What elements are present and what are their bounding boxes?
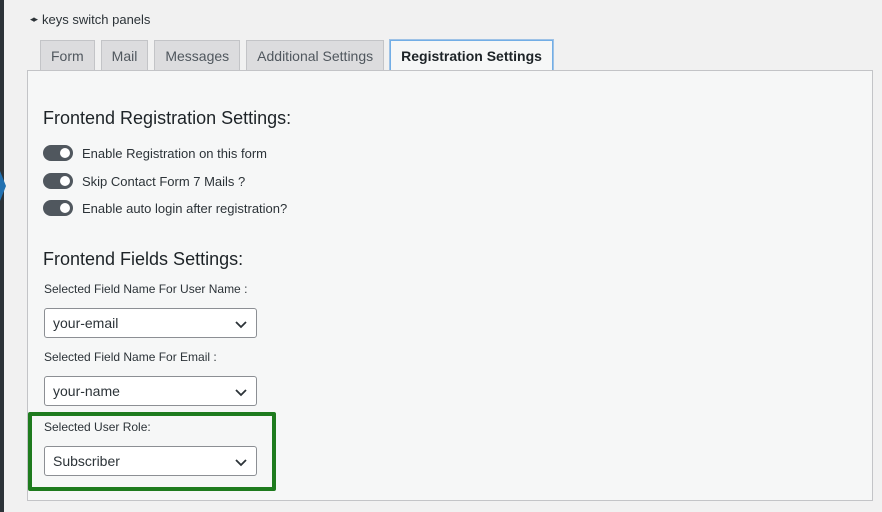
left-right-arrows-icon: ◂▸	[30, 14, 38, 24]
enable-registration-label: Enable Registration on this form	[82, 145, 267, 161]
keys-switch-label: keys switch panels	[42, 12, 151, 27]
enable-registration-toggle[interactable]	[43, 145, 73, 161]
toggle-row-skip-mails: Skip Contact Form 7 Mails ?	[43, 173, 245, 189]
chevron-down-icon	[235, 321, 247, 329]
toggle-knob	[60, 148, 70, 158]
toggle-row-auto-login: Enable auto login after registration?	[43, 200, 287, 216]
tab-registration-settings[interactable]: Registration Settings	[390, 40, 553, 71]
keys-switch-hint: ◂▸ keys switch panels	[30, 12, 150, 27]
settings-tabs: Form Mail Messages Additional Settings R…	[40, 40, 553, 71]
username-field-select[interactable]: your-email	[44, 308, 257, 338]
email-field-select[interactable]: your-name	[44, 376, 257, 406]
skip-cf7-mails-toggle[interactable]	[43, 173, 73, 189]
sidebar-collapse-indicator	[0, 171, 6, 201]
auto-login-toggle[interactable]	[43, 200, 73, 216]
tab-messages[interactable]: Messages	[154, 40, 241, 70]
skip-cf7-mails-label: Skip Contact Form 7 Mails ?	[82, 173, 246, 189]
chevron-down-icon	[235, 459, 247, 467]
email-field-label: Selected Field Name For Email :	[44, 350, 217, 364]
email-field-value: your-name	[53, 383, 120, 399]
tab-additional-settings[interactable]: Additional Settings	[246, 40, 385, 70]
tab-form[interactable]: Form	[40, 40, 95, 70]
toggle-knob	[60, 176, 70, 186]
registration-section-title: Frontend Registration Settings:	[43, 108, 292, 128]
user-role-value: Subscriber	[53, 453, 120, 469]
fields-section-title: Frontend Fields Settings:	[43, 249, 244, 269]
tab-mail[interactable]: Mail	[100, 40, 149, 70]
toggle-knob	[60, 203, 70, 213]
user-role-select[interactable]: Subscriber	[44, 446, 257, 476]
toggle-row-enable-registration: Enable Registration on this form	[43, 145, 267, 161]
username-field-label: Selected Field Name For User Name :	[44, 282, 248, 296]
username-field-value: your-email	[53, 315, 119, 331]
admin-sidebar-edge	[0, 0, 4, 512]
chevron-down-icon	[235, 389, 247, 397]
auto-login-label: Enable auto login after registration?	[82, 200, 288, 216]
user-role-label: Selected User Role:	[44, 420, 151, 434]
